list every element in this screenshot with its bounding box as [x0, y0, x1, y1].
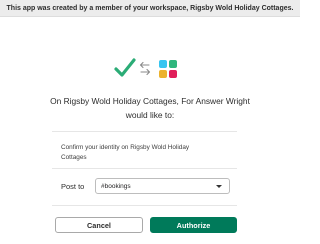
slack-logo-icon: [158, 59, 178, 79]
post-to-label: Post to: [61, 182, 85, 191]
divider: [52, 168, 237, 169]
divider: [52, 205, 237, 206]
permission-item: Confirm your identity on Rigsby Wold Hol…: [61, 144, 190, 161]
authorize-button[interactable]: Authorize: [150, 217, 237, 233]
authorization-heading: On Rigsby Wold Holiday Cottages, For Ans…: [50, 96, 250, 120]
cancel-button[interactable]: Cancel: [55, 217, 143, 233]
workspace-banner: This app was created by a member of your…: [0, 0, 300, 17]
divider: [52, 131, 237, 132]
channel-select[interactable]: #bookings: [95, 178, 230, 194]
check-icon: [114, 58, 136, 77]
channel-select-value: #bookings: [101, 183, 131, 190]
exchange-arrows-icon: [139, 61, 151, 76]
app-connection-icons: [0, 58, 300, 82]
banner-text: This app was created by a member of your…: [6, 4, 294, 12]
chevron-down-icon: [216, 185, 222, 188]
